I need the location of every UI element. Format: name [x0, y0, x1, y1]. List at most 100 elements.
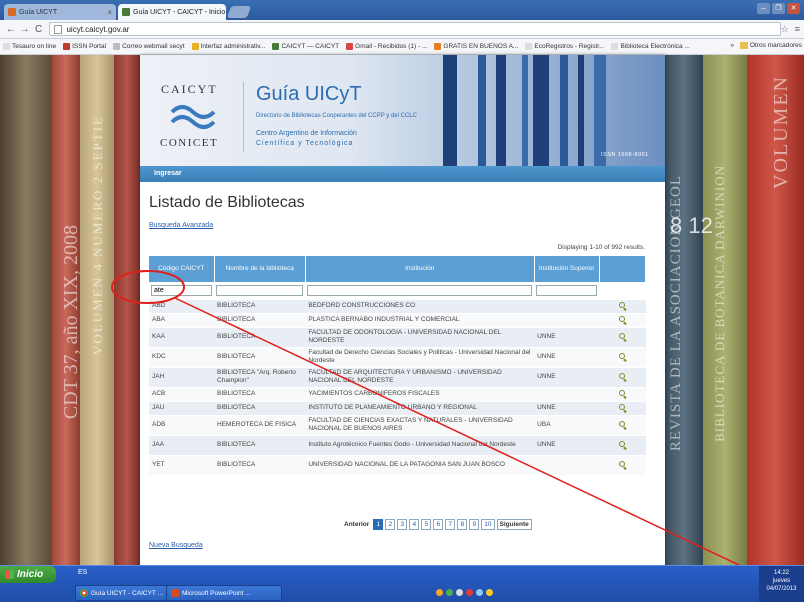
- cell-view: [599, 455, 646, 476]
- bookmark-item[interactable]: CAICYT — CAICYT: [272, 43, 339, 50]
- tray-icon[interactable]: [486, 589, 493, 596]
- new-search-link[interactable]: Nueva Busqueda: [149, 542, 203, 549]
- more-bookmarks-icon[interactable]: »: [730, 42, 734, 49]
- view-details-icon[interactable]: [619, 315, 626, 322]
- close-tab-icon[interactable]: ×: [103, 8, 112, 17]
- cell-superior: UNNE: [534, 401, 600, 416]
- login-link[interactable]: Ingresar: [154, 170, 182, 177]
- maximize-icon[interactable]: ❐: [772, 3, 785, 14]
- close-window-icon[interactable]: ✕: [787, 3, 800, 14]
- new-tab-button[interactable]: [226, 6, 252, 18]
- bookmark-item[interactable]: Correo webmail secyt: [113, 43, 185, 50]
- next-page-button[interactable]: Siguiente: [496, 519, 532, 530]
- back-icon[interactable]: ←: [4, 24, 18, 35]
- address-bar[interactable]: uicyt.caicyt.gov.ar: [49, 22, 781, 36]
- table-row[interactable]: ABA BIBLIOTECA PLASTICA BERNABO INDUSTRIAL…: [149, 313, 646, 328]
- tray-icon[interactable]: [466, 589, 473, 596]
- cell-name: BIBLIOTECA: [214, 299, 306, 314]
- book-spine-text: BIBLIOTECA DE BOTANICA DARWINION: [712, 165, 727, 442]
- column-header-name[interactable]: Nombre de la biblioteca: [214, 256, 306, 282]
- column-header-institution[interactable]: Institución: [305, 256, 535, 282]
- bookmark-item[interactable]: GRATIS EN BUENOS A...: [434, 43, 518, 50]
- browser-titlebar: Guía UICYT × Guía UICYT - CAICYT - Inici…: [0, 0, 804, 20]
- view-details-icon[interactable]: [619, 420, 626, 427]
- banner-stripe: [594, 55, 606, 166]
- table-row[interactable]: ADB HEMEROTECA DE FISICA FACULTAD DE CIENC…: [149, 415, 646, 436]
- filter-superior-input[interactable]: [536, 284, 598, 296]
- taskbar-item-powerpoint[interactable]: Microsoft PowerPoint ...: [166, 585, 282, 601]
- bookmark-item[interactable]: ISSN Portal: [63, 43, 106, 50]
- tray-icon[interactable]: [436, 589, 443, 596]
- book-spine-text: CDT 37, año XIX, 2008: [60, 225, 82, 420]
- tab-guia-uicyt[interactable]: Guía UICYT ×: [4, 4, 116, 20]
- filter-institution-input[interactable]: [307, 284, 533, 296]
- table-row[interactable]: ACB BIBLIOTECA YACIMIENTOS CARBONIFEROS FI…: [149, 387, 646, 402]
- view-details-icon[interactable]: [619, 301, 626, 308]
- taskbar: Inicio ES Guía UICYT - CAICYT ... Micros…: [0, 565, 804, 602]
- bookmark-item[interactable]: Interfaz administrativ...: [191, 43, 265, 50]
- page-button[interactable]: 7: [445, 519, 456, 530]
- caicyt-logo-text: CAICYT: [161, 82, 218, 96]
- filter-name-input[interactable]: [216, 284, 304, 296]
- bookmark-item[interactable]: Gmail - Recibidos (1) - ...: [346, 43, 427, 50]
- other-bookmarks[interactable]: Otros marcadores: [750, 42, 802, 49]
- page-button[interactable]: 8: [457, 519, 468, 530]
- view-details-icon[interactable]: [619, 389, 626, 396]
- table-row[interactable]: KAA BIBLIOTECA FACULTAD DE ODONTOLOGIA - U…: [149, 327, 646, 348]
- page-button[interactable]: 5: [421, 519, 432, 530]
- table-row[interactable]: JAH BIBLIOTECA "Arq. Roberto Champion" FAC…: [149, 367, 646, 388]
- chrome-icon: [80, 589, 88, 597]
- page-button[interactable]: 1: [373, 519, 384, 530]
- cell-name: BIBLIOTECA: [214, 313, 306, 328]
- page-button[interactable]: 4: [409, 519, 420, 530]
- cell-superior: UBA: [534, 415, 600, 436]
- advanced-search-link[interactable]: Busqueda Avanzada: [149, 222, 213, 229]
- page-button[interactable]: 10: [481, 519, 495, 530]
- page-button[interactable]: 2: [385, 519, 396, 530]
- reload-icon[interactable]: C: [32, 24, 46, 35]
- forward-icon[interactable]: →: [18, 24, 32, 35]
- view-details-icon[interactable]: [619, 403, 626, 410]
- filter-code-input[interactable]: [151, 284, 213, 296]
- page-icon: [525, 43, 533, 50]
- close-tab-icon[interactable]: ×: [225, 8, 226, 17]
- favicon-icon: [8, 8, 16, 16]
- caicyt-icon: [272, 43, 280, 50]
- view-details-icon[interactable]: [619, 352, 626, 359]
- view-details-icon[interactable]: [619, 460, 626, 467]
- prev-page-button[interactable]: Anterior: [342, 520, 371, 529]
- table-row[interactable]: ABD BIBLIOTECA BEDFORD CONSTRUCCIONES CO: [149, 299, 646, 314]
- banner-stripe: [578, 55, 584, 166]
- table-row[interactable]: JAU BIBLIOTECA INSTITUTO DE PLANEAMIENTO U…: [149, 401, 646, 416]
- view-details-icon[interactable]: [619, 332, 626, 339]
- star-icon[interactable]: ☆: [781, 24, 789, 35]
- column-header-code[interactable]: Código CAICYT: [149, 256, 215, 282]
- bookmark-item[interactable]: EcoRegistros - Registr...: [525, 43, 604, 50]
- menu-icon[interactable]: ≡: [795, 24, 800, 35]
- clock[interactable]: 14:22 jueves 04/07/2013: [759, 566, 804, 602]
- table-row[interactable]: KDC BIBLIOTECA Facultad de Derecho Ciencia…: [149, 347, 646, 368]
- view-details-icon[interactable]: [619, 372, 626, 379]
- table-row[interactable]: JAA BIBLIOTECA Instituto Agrotécnico Fuent…: [149, 435, 646, 456]
- cell-name: BIBLIOTECA: [214, 401, 306, 416]
- bookmark-item[interactable]: Tesauro on line: [3, 43, 56, 50]
- tab-guia-uicyt-inicio[interactable]: Guía UICYT - CAICYT - Inicio ×: [118, 4, 226, 20]
- view-details-icon[interactable]: [619, 440, 626, 447]
- bookmark-item[interactable]: Biblioteca Electrónica ...: [611, 43, 690, 50]
- tray-icon[interactable]: [476, 589, 483, 596]
- banner-stripe: [496, 55, 506, 166]
- mail-icon: [113, 43, 121, 50]
- browser-navbar: ← → C uicyt.caicyt.gov.ar ☆ ≡: [0, 20, 804, 39]
- minimize-icon[interactable]: –: [757, 3, 770, 14]
- table-row[interactable]: YET BIBLIOTECA UNIVERSIDAD NACIONAL DE LA …: [149, 455, 646, 476]
- issn-label: ISSN 1668-8001: [601, 152, 649, 158]
- page-button[interactable]: 3: [397, 519, 408, 530]
- language-indicator[interactable]: ES: [78, 569, 87, 576]
- start-button[interactable]: Inicio: [0, 566, 56, 583]
- page-button[interactable]: 9: [469, 519, 480, 530]
- tray-icon[interactable]: [456, 589, 463, 596]
- cell-name: BIBLIOTECA: [214, 327, 306, 348]
- page-button[interactable]: 6: [433, 519, 444, 530]
- column-header-superior[interactable]: Institución Superior: [534, 256, 600, 282]
- tray-icon[interactable]: [446, 589, 453, 596]
